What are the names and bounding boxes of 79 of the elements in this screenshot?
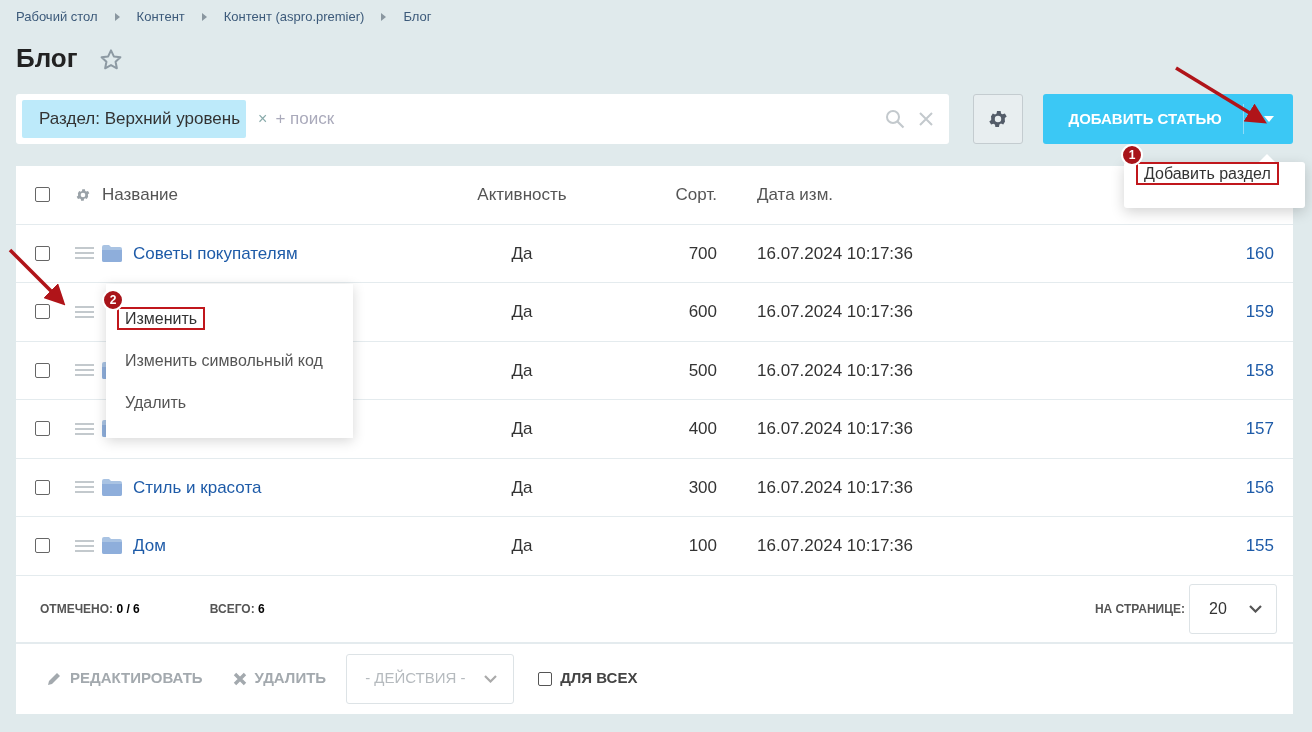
menu-item[interactable]: Изменить символьный код <box>119 351 329 370</box>
table-cell: Да <box>511 419 533 438</box>
table-cell: 16.07.2024 10:17:36 <box>757 419 913 438</box>
table-cell: Да <box>511 243 533 263</box>
drag-handle-icon[interactable] <box>75 421 94 436</box>
section-link[interactable]: Стиль и красота <box>133 474 262 500</box>
menu-item[interactable]: Добавить раздел <box>1138 164 1277 183</box>
table-cell: 100 <box>688 536 717 555</box>
delete-icon <box>232 671 247 686</box>
checkbox[interactable] <box>538 671 553 686</box>
column-header[interactable]: Название <box>102 185 178 204</box>
column-header[interactable]: Дата изм. <box>757 185 834 204</box>
drag-handle-icon[interactable] <box>75 363 94 378</box>
drag-handle-icon[interactable] <box>75 304 94 319</box>
caret-icon <box>1263 116 1274 122</box>
checkbox[interactable] <box>35 304 50 320</box>
checkbox-label: ДЛЯ ВСЕХ <box>560 668 638 689</box>
menu-item[interactable]: Изменить <box>119 309 204 328</box>
table-cell: 400 <box>688 419 717 438</box>
table-cell: 600 <box>688 302 717 321</box>
filter-tag: Раздел: Верхний уровень <box>22 100 247 138</box>
id-link[interactable]: 157 <box>1245 419 1274 438</box>
drag-handle-icon[interactable] <box>75 538 94 553</box>
arrow <box>8 248 66 306</box>
page-title: Блог <box>16 42 78 74</box>
id-link[interactable]: 160 <box>1245 243 1274 263</box>
menu-item[interactable]: Удалить <box>119 393 193 412</box>
breadcrumb-link[interactable]: Блог <box>403 7 432 27</box>
close-icon[interactable] <box>919 112 934 126</box>
total-count: ВСЕГО: 6 <box>209 600 265 618</box>
per-page-label: НА СТРАНИЦЕ: <box>1094 600 1185 618</box>
breadcrumb-link[interactable]: Контент (aspro.premier) <box>223 7 365 27</box>
settings-icon[interactable] <box>75 186 91 203</box>
table-cell: Да <box>511 536 533 555</box>
checkbox[interactable] <box>35 187 50 203</box>
chevron-icon <box>484 674 498 683</box>
search-field[interactable]: Раздел: Верхний уровень × + поиск <box>16 94 950 144</box>
chevron-icon <box>1249 604 1262 613</box>
chevron-icon <box>114 13 120 21</box>
search-icon[interactable] <box>885 109 906 129</box>
step-badge: 1 <box>1121 144 1143 166</box>
table-cell: 16.07.2024 10:17:36 <box>757 477 913 497</box>
table-cell: Да <box>511 302 533 321</box>
table-cell: 700 <box>688 243 717 263</box>
step-badge: 2 <box>102 289 124 311</box>
column-header[interactable]: Сорт. <box>675 185 717 204</box>
chevron-icon <box>381 13 387 21</box>
settings-icon <box>987 108 1010 130</box>
star-icon[interactable] <box>99 48 122 70</box>
checkbox[interactable] <box>35 362 50 378</box>
drag-handle-icon[interactable] <box>75 480 94 495</box>
checkbox[interactable] <box>35 245 50 261</box>
id-link[interactable]: 156 <box>1245 477 1274 497</box>
per-page-select[interactable]: 20 <box>1189 583 1277 634</box>
id-link[interactable]: 155 <box>1245 536 1274 555</box>
chevron-icon <box>201 13 207 21</box>
pencil-icon <box>46 670 62 687</box>
checkbox[interactable] <box>35 479 50 495</box>
table-cell: 16.07.2024 10:17:36 <box>757 360 913 380</box>
table-cell: Да <box>511 360 533 380</box>
settings-button[interactable] <box>973 94 1024 144</box>
breadcrumb-link[interactable]: Контент <box>136 7 185 27</box>
section-link[interactable]: Дом <box>133 533 166 559</box>
marked-count: ОТМЕЧЕНО: 0 / 6 <box>40 600 140 618</box>
id-link[interactable]: 159 <box>1245 302 1274 321</box>
breadcrumb-link[interactable]: Рабочий стол <box>16 7 98 27</box>
drag-handle-icon[interactable] <box>75 246 94 261</box>
table-cell: 300 <box>688 477 717 497</box>
table-cell: Да <box>511 477 533 497</box>
menu-pointer <box>1259 154 1275 162</box>
id-link[interactable]: 158 <box>1245 360 1274 380</box>
section-link[interactable]: Советы покупателям <box>133 240 298 266</box>
checkbox[interactable] <box>35 538 50 554</box>
table-cell: 500 <box>688 360 717 380</box>
table-cell: 16.07.2024 10:17:36 <box>757 243 913 263</box>
table-cell: 16.07.2024 10:17:36 <box>757 536 913 555</box>
table-cell: 16.07.2024 10:17:36 <box>757 302 913 321</box>
checkbox[interactable] <box>35 421 50 437</box>
column-header[interactable]: Активность <box>477 185 567 204</box>
